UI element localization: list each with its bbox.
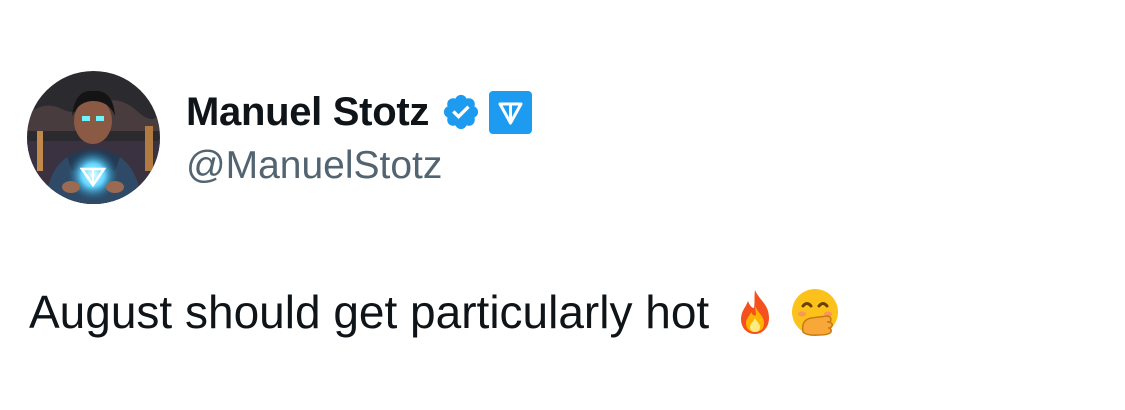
tweet-card: Manuel Stotz @ManuelStotz August should … [0, 0, 1125, 410]
user-handle[interactable]: @ManuelStotz [186, 144, 532, 188]
ton-logo-icon[interactable] [489, 90, 533, 134]
avatar-image [27, 71, 160, 204]
user-identity: Manuel Stotz @ManuelStotz [186, 86, 533, 188]
display-name[interactable]: Manuel Stotz [186, 90, 429, 135]
verified-check-icon[interactable] [441, 92, 481, 132]
avatar[interactable] [27, 71, 160, 204]
fire-emoji [729, 286, 781, 338]
name-row: Manuel Stotz [186, 86, 533, 138]
tweet-text: August should get particularly hot [29, 286, 710, 338]
hand-over-mouth-emoji [789, 286, 841, 338]
tweet-body: August should get particularly hot [29, 285, 841, 339]
